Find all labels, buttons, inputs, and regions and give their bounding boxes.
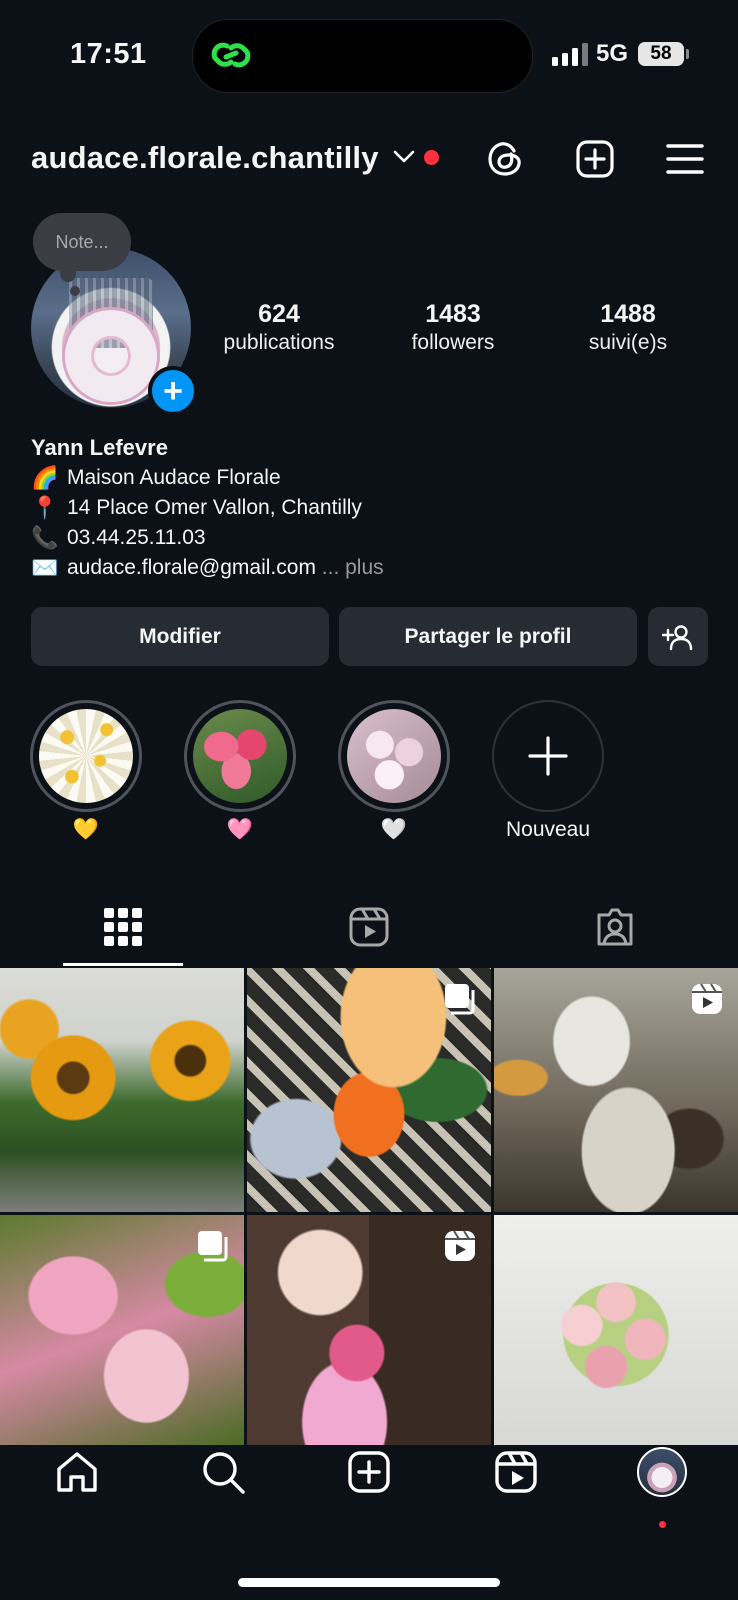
nav-create[interactable] — [339, 1442, 399, 1502]
bio-text: audace.florale@gmail.com — [67, 556, 316, 579]
edit-profile-button[interactable]: Modifier — [31, 607, 329, 666]
stat-followers[interactable]: 1483 followers — [368, 300, 538, 355]
more-link[interactable]: ... plus — [322, 553, 384, 583]
rainbow-icon: 🌈 — [31, 465, 59, 490]
link-icon — [209, 36, 253, 79]
note-bubble[interactable]: Note... — [33, 213, 131, 271]
battery-icon: 58 — [638, 42, 684, 66]
stat-value: 1488 — [600, 300, 656, 328]
search-icon — [203, 1452, 245, 1494]
tab-tagged[interactable] — [492, 900, 738, 954]
notification-dot — [659, 1521, 666, 1528]
highlight-caption: Nouveau — [505, 818, 591, 841]
discover-people-button[interactable] — [648, 607, 708, 666]
highlight-item[interactable]: 💛 — [25, 700, 147, 842]
highlight-cover — [193, 709, 287, 803]
bio-text: 03.44.25.11.03 — [67, 526, 206, 549]
stat-publications[interactable]: 624 publications — [194, 300, 364, 355]
menu-icon[interactable] — [664, 138, 706, 180]
share-profile-button[interactable]: Partager le profil — [339, 607, 637, 666]
tagged-icon — [597, 908, 633, 946]
tab-grid[interactable] — [0, 900, 246, 954]
add-story-button[interactable]: + — [148, 366, 198, 416]
post-thumbnail[interactable] — [247, 1215, 491, 1445]
profile-bio: Yann Lefevre 🌈 Maison Audace Florale 📍 14 … — [31, 433, 384, 583]
phone-icon: 📞 — [31, 525, 59, 550]
grid-icon — [104, 908, 142, 946]
bio-text: 14 Place Omer Vallon, Chantilly — [67, 496, 362, 519]
bio-line: 📞 03.44.25.11.03 — [31, 523, 384, 553]
add-person-icon — [662, 624, 693, 650]
highlight-cover — [347, 709, 441, 803]
create-icon[interactable] — [574, 138, 616, 180]
profile-name: Yann Lefevre — [31, 435, 168, 460]
active-tab-indicator — [63, 963, 183, 966]
stat-label: publications — [223, 331, 335, 354]
nav-profile[interactable] — [632, 1442, 692, 1502]
carousel-icon — [443, 982, 477, 1021]
stat-value: 1483 — [425, 300, 481, 328]
home-icon — [57, 1452, 97, 1492]
notification-dot — [424, 150, 439, 165]
account-switcher[interactable]: audace.florale.chantilly — [31, 140, 379, 176]
reel-badge-icon — [690, 982, 724, 1021]
stat-following[interactable]: 1488 suivi(e)s — [543, 300, 713, 355]
nav-home[interactable] — [47, 1442, 107, 1502]
post-thumbnail[interactable] — [494, 1215, 738, 1445]
post-thumbnail[interactable] — [0, 1215, 244, 1445]
avatar — [637, 1447, 687, 1497]
chevron-down-icon[interactable] — [393, 150, 415, 169]
home-indicator[interactable] — [238, 1578, 500, 1587]
new-highlight-button[interactable]: Nouveau — [487, 700, 609, 842]
bio-text: Maison Audace Florale — [67, 466, 281, 489]
highlight-caption: 🤍 — [380, 818, 408, 841]
stat-value: 624 — [258, 300, 300, 328]
plus-icon — [528, 736, 568, 776]
highlight-item[interactable]: 🩷 — [179, 700, 301, 842]
reels-icon — [349, 907, 389, 947]
signal-icon — [552, 42, 588, 66]
dynamic-island — [192, 19, 533, 93]
status-time: 17:51 — [70, 38, 147, 70]
stat-label: followers — [411, 331, 495, 354]
nav-search[interactable] — [193, 1442, 253, 1502]
threads-icon[interactable] — [484, 138, 526, 180]
note-bubble-dot — [70, 286, 80, 296]
envelope-icon: ✉️ — [31, 555, 59, 580]
battery-tip — [686, 49, 689, 59]
highlight-cover — [39, 709, 133, 803]
highlight-caption: 🩷 — [226, 818, 254, 841]
highlight-caption: 💛 — [72, 818, 100, 841]
highlight-item[interactable]: 🤍 — [333, 700, 455, 842]
nav-reels[interactable] — [486, 1442, 546, 1502]
tab-reels[interactable] — [246, 900, 492, 954]
bio-line: 🌈 Maison Audace Florale — [31, 463, 384, 493]
carousel-icon — [196, 1229, 230, 1268]
post-thumbnail[interactable] — [0, 968, 244, 1212]
reels-icon — [495, 1451, 537, 1493]
post-thumbnail[interactable] — [494, 968, 738, 1212]
post-thumbnail[interactable] — [247, 968, 491, 1212]
bio-line: ✉️ audace.florale@gmail.com ... plus — [31, 553, 384, 583]
pin-icon: 📍 — [31, 495, 59, 520]
bio-line: 📍 14 Place Omer Vallon, Chantilly — [31, 493, 384, 523]
network-label: 5G — [596, 40, 629, 67]
reel-badge-icon — [443, 1229, 477, 1268]
create-icon — [348, 1451, 390, 1493]
stat-label: suivi(e)s — [588, 331, 668, 354]
